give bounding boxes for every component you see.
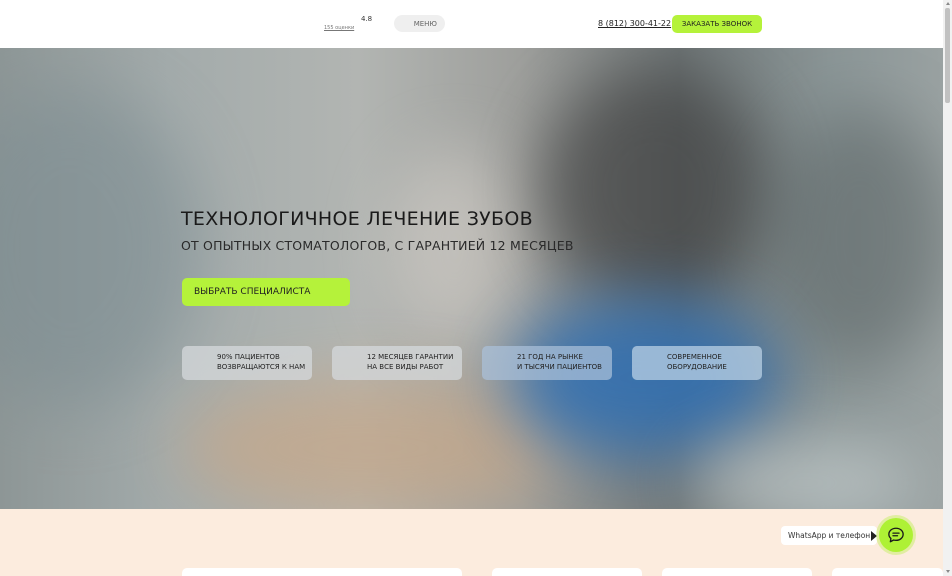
chat-icon: [888, 527, 904, 543]
feature-line: НА ВСЕ ВИДЫ РАБОТ: [367, 363, 444, 371]
contact-widget-label[interactable]: WhatsApp и телефон: [781, 526, 878, 545]
scrollbar-thumb[interactable]: [945, 8, 950, 103]
rating-value: 4.8: [361, 15, 373, 23]
feature-line: 90% ПАЦИЕНТОВ: [217, 353, 280, 361]
content-card: [832, 568, 943, 576]
feature-line: ОБОРУДОВАНИЕ: [667, 363, 727, 371]
feature-card-years: 21 ГОД НА РЫНКЕ И ТЫСЯЧИ ПАЦИЕНТОВ: [482, 346, 612, 380]
feature-card-equipment: СОВРЕМЕННОЕ ОБОРУДОВАНИЕ: [632, 346, 762, 380]
phone-link[interactable]: 8 (812) 300-41-22: [598, 19, 671, 28]
feature-card-warranty: 12 МЕСЯЦЕВ ГАРАНТИИ НА ВСЕ ВИДЫ РАБОТ: [332, 346, 462, 380]
content-card: [492, 568, 642, 576]
content-card: [182, 568, 462, 576]
scroll-up-arrow-icon[interactable]: [946, 2, 950, 5]
feature-line: 21 ГОД НА РЫНКЕ: [517, 353, 583, 361]
feature-line: 12 МЕСЯЦЕВ ГАРАНТИИ: [367, 353, 454, 361]
feature-line: СОВРЕМЕННОЕ: [667, 353, 722, 361]
hero-background: [0, 88, 200, 408]
hero-title: ТЕХНОЛОГИЧНОЕ ЛЕЧЕНИЕ ЗУБОВ: [181, 208, 533, 230]
feature-card-returning-patients: 90% ПАЦИЕНТОВ ВОЗВРАЩАЮТСЯ К НАМ: [182, 346, 312, 380]
choose-specialist-button[interactable]: ВЫБРАТЬ СПЕЦИАЛИСТА: [182, 278, 350, 306]
pointer-arrow-icon: [871, 531, 877, 541]
contact-widget-button[interactable]: [879, 518, 913, 552]
hero-section: ТЕХНОЛОГИЧНОЕ ЛЕЧЕНИЕ ЗУБОВ ОТ ОПЫТНЫХ С…: [0, 48, 943, 509]
menu-button[interactable]: МЕНЮ: [394, 15, 445, 32]
feature-line: И ТЫСЯЧИ ПАЦИЕНТОВ: [517, 363, 602, 371]
scroll-down-arrow-icon[interactable]: [946, 570, 950, 573]
order-call-button[interactable]: ЗАКАЗАТЬ ЗВОНОК: [672, 15, 762, 33]
hero-subtitle: ОТ ОПЫТНЫХ СТОМАТОЛОГОВ, С ГАРАНТИЕЙ 12 …: [181, 238, 574, 253]
reviews-link[interactable]: 155 оценки: [324, 25, 354, 31]
site-header: 4.8 155 оценки МЕНЮ 8 (812) 300-41-22 ЗА…: [0, 0, 943, 48]
feature-line: ВОЗВРАЩАЮТСЯ К НАМ: [217, 363, 306, 371]
content-card: [662, 568, 812, 576]
